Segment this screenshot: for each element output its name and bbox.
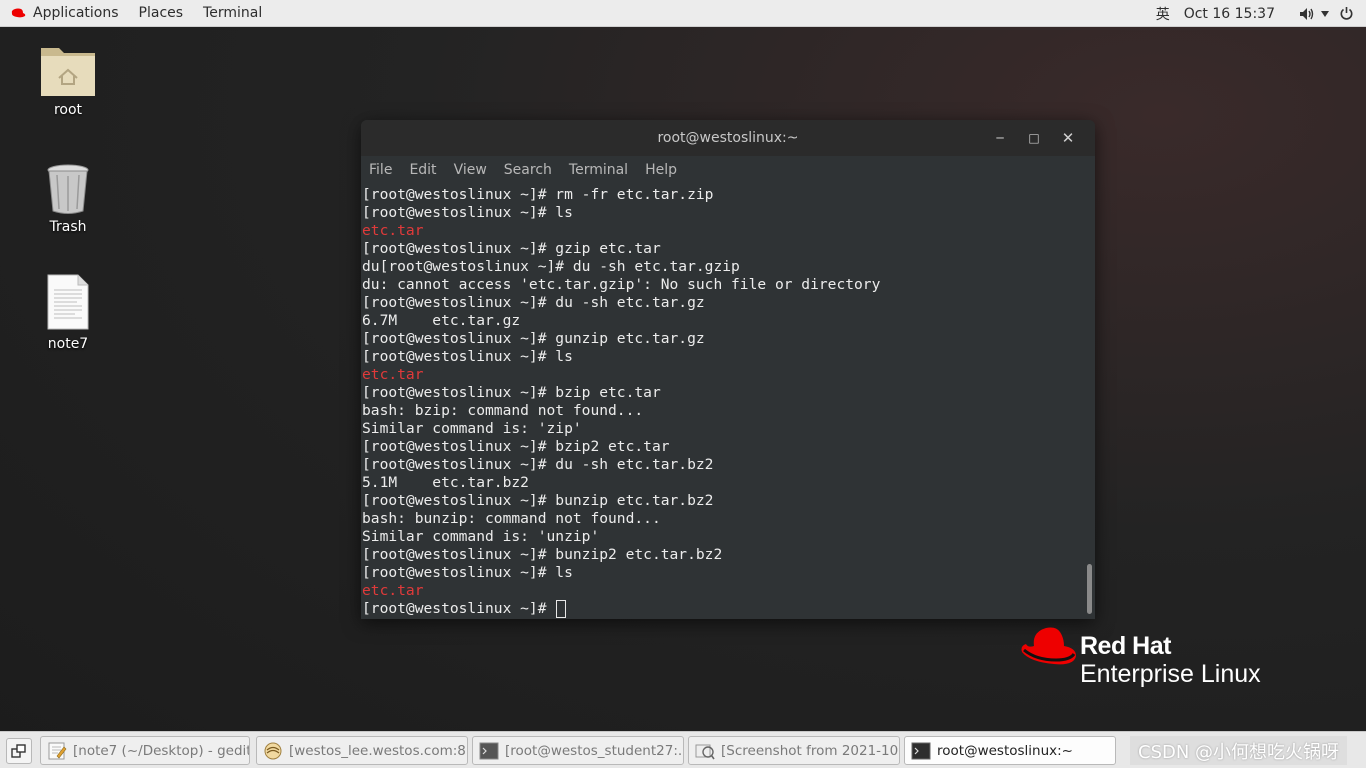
terminal-line: etc.tar — [362, 222, 424, 239]
terminal-cursor — [556, 600, 567, 618]
task-label: [Screenshot from 2021-10... — [721, 742, 900, 759]
terminal-icon — [479, 742, 499, 759]
window-titlebar[interactable]: root@westoslinux:~ ─ □ ✕ — [361, 120, 1095, 156]
terminal-line: du[root@westoslinux ~]# du -sh etc.tar.g… — [362, 258, 740, 275]
terminal-line: du: cannot access 'etc.tar.gzip': No suc… — [362, 276, 881, 293]
terminal-menubar: File Edit View Search Terminal Help — [361, 156, 1095, 184]
scrollbar-thumb[interactable] — [1087, 564, 1092, 614]
terminal-output[interactable]: [root@westoslinux ~]# rm -fr etc.tar.zip… — [361, 184, 1083, 619]
terminal-line: 6.7M etc.tar.gz — [362, 312, 521, 329]
menu-file[interactable]: File — [369, 162, 392, 178]
terminal-line: [root@westoslinux ~]# rm -fr etc.tar.zip — [362, 186, 714, 203]
task-terminal-student[interactable]: [root@westos_student27:... — [472, 736, 684, 765]
image-viewer-icon — [695, 744, 715, 759]
terminal-line: [root@westoslinux ~]# ls — [362, 348, 573, 365]
task-gedit[interactable]: [note7 (~/Desktop) - gedit] — [40, 736, 250, 765]
terminal-line: bash: bzip: command not found... — [362, 402, 644, 419]
terminal-window: root@westoslinux:~ ─ □ ✕ File Edit View … — [361, 120, 1095, 619]
terminal-label: Terminal — [203, 5, 263, 21]
task-label: [westos_lee.westos.com:8 ... — [289, 742, 468, 759]
taskbar: [note7 (~/Desktop) - gedit] [westos_lee.… — [0, 731, 1366, 768]
maximize-button[interactable]: □ — [1017, 131, 1051, 145]
terminal-line: [root@westoslinux ~]# bzip2 etc.tar — [362, 438, 670, 455]
menu-terminal[interactable]: Terminal — [569, 162, 628, 178]
terminal-line: [root@westoslinux ~]# ls — [362, 564, 573, 581]
desktop-icon-trash[interactable]: Trash — [28, 155, 108, 235]
task-screenshot[interactable]: [Screenshot from 2021-10... — [688, 736, 900, 765]
redhat-icon — [11, 8, 26, 18]
input-method-indicator[interactable]: 英 — [1156, 4, 1170, 24]
trash-icon — [47, 164, 89, 214]
home-folder-icon — [41, 48, 95, 96]
close-button[interactable]: ✕ — [1051, 129, 1085, 147]
terminal-line: [root@westoslinux ~]# gzip etc.tar — [362, 240, 661, 257]
terminal-prompt: [root@westoslinux ~]# — [362, 600, 556, 617]
chevron-down-icon[interactable] — [1321, 10, 1329, 17]
terminal-line: Similar command is: 'zip' — [362, 420, 582, 437]
task-terminal-westoslinux[interactable]: root@westoslinux:~ — [904, 736, 1116, 765]
task-label: root@westoslinux:~ — [937, 742, 1073, 759]
terminal-icon — [911, 742, 931, 759]
volume-icon[interactable] — [1299, 7, 1315, 21]
applications-menu[interactable]: Applications — [0, 0, 129, 26]
top-bar: Applications Places Terminal 英 Oct 16 15… — [0, 0, 1366, 27]
applications-label: Applications — [33, 5, 119, 21]
terminal-line: [root@westoslinux ~]# du -sh etc.tar.bz2 — [362, 456, 714, 473]
task-vnc[interactable]: [westos_lee.westos.com:8 ... — [256, 736, 468, 765]
clock[interactable]: Oct 16 15:37 — [1184, 6, 1275, 22]
desktop-icon-label: note7 — [47, 336, 89, 352]
terminal-line: [root@westoslinux ~]# bzip etc.tar — [362, 384, 661, 401]
window-title: root@westoslinux:~ — [657, 130, 799, 146]
terminal-line: [root@westoslinux ~]# bunzip etc.tar.bz2 — [362, 492, 714, 509]
terminal-line: bash: bunzip: command not found... — [362, 510, 661, 527]
task-label: [note7 (~/Desktop) - gedit] — [73, 742, 250, 759]
terminal-menu[interactable]: Terminal — [193, 0, 272, 26]
logo-subtitle: Enterprise Linux — [1080, 660, 1261, 688]
terminal-line: [root@westoslinux ~]# bunzip2 etc.tar.bz… — [362, 546, 723, 563]
terminal-line: Similar command is: 'unzip' — [362, 528, 600, 545]
desktop-icon-label: Trash — [49, 219, 87, 235]
redhat-hat-icon — [1021, 627, 1076, 665]
places-menu[interactable]: Places — [129, 0, 194, 26]
menu-edit[interactable]: Edit — [409, 162, 436, 178]
desktop-icon-note7[interactable]: note7 — [28, 270, 108, 352]
menu-search[interactable]: Search — [504, 162, 552, 178]
terminal-line: etc.tar — [362, 582, 424, 599]
terminal-scrollbar[interactable] — [1083, 184, 1095, 619]
redhat-logo: Red Hat Enterprise Linux — [1020, 626, 1290, 692]
menu-help[interactable]: Help — [645, 162, 677, 178]
desktop-icon-root[interactable]: root — [28, 38, 108, 118]
gedit-icon — [48, 742, 67, 759]
windows-icon — [11, 744, 26, 758]
desktop-icon-label: root — [53, 102, 83, 118]
remote-desktop-icon — [264, 742, 282, 759]
terminal-line: [root@westoslinux ~]# gunzip etc.tar.gz — [362, 330, 705, 347]
show-desktop-button[interactable] — [6, 738, 32, 764]
csdn-watermark: CSDN @小何想吃火锅呀 — [1130, 736, 1348, 765]
task-label: [root@westos_student27:... — [505, 742, 684, 759]
places-label: Places — [138, 5, 184, 21]
terminal-line: 5.1M etc.tar.bz2 — [362, 474, 529, 491]
power-icon[interactable] — [1339, 6, 1354, 21]
minimize-button[interactable]: ─ — [983, 131, 1017, 145]
terminal-line: [root@westoslinux ~]# ls — [362, 204, 573, 221]
terminal-line: [root@westoslinux ~]# du -sh etc.tar.gz — [362, 294, 705, 311]
logo-brand: Red Hat — [1080, 632, 1171, 660]
menu-view[interactable]: View — [454, 162, 487, 178]
text-file-icon — [47, 274, 89, 330]
terminal-prompt-line[interactable]: [root@westoslinux ~]# — [362, 600, 1083, 618]
terminal-line: etc.tar — [362, 366, 424, 383]
